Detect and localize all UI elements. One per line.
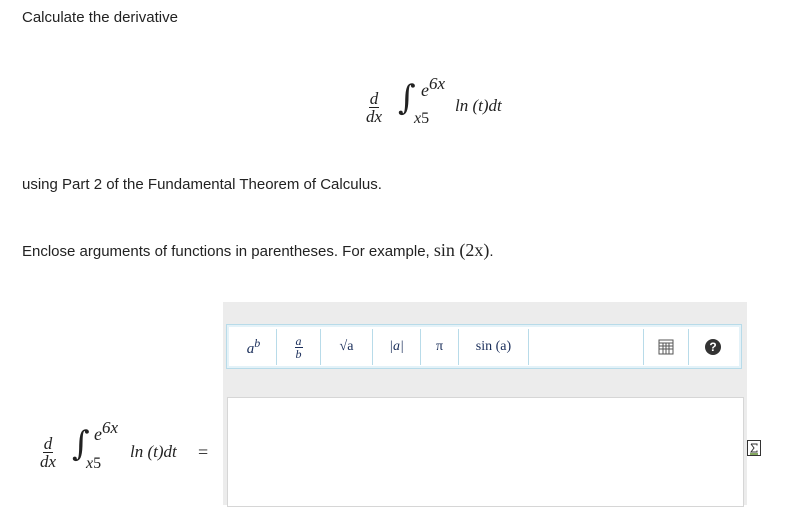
keyboard-icon xyxy=(658,339,674,355)
question-title: Calculate the derivative xyxy=(22,9,178,26)
enclose-note: Enclose arguments of functions in parent… xyxy=(22,240,494,260)
formula-icon xyxy=(747,440,761,456)
lower-limit: x5 xyxy=(414,110,430,127)
derivative-expression: d dx ∫ e6x x5 ln (t)dt xyxy=(366,72,536,132)
math-toolbar: ab a b √a |a| π sin (a) ? xyxy=(226,324,742,369)
power-button[interactable]: ab xyxy=(231,329,277,365)
upper-limit: e6x xyxy=(421,74,446,100)
absolute-value-button[interactable]: |a| xyxy=(373,329,421,365)
help-button[interactable]: ? xyxy=(689,329,737,365)
enclose-example: sin (2x) xyxy=(433,240,490,260)
help-icon: ? xyxy=(705,339,721,355)
formula-button[interactable] xyxy=(747,440,761,456)
integrand: ln (t)dt xyxy=(455,96,502,115)
answer-expression: d dx ∫ e6x x5 ln (t)dt = xyxy=(40,418,220,488)
answer-integrand: ln (t)dt xyxy=(130,442,177,461)
equals-sign: = xyxy=(198,442,209,462)
instruction-text: using Part 2 of the Fundamental Theorem … xyxy=(22,176,382,193)
d-dx-operator: d dx xyxy=(366,89,383,126)
fraction-button[interactable]: a b xyxy=(277,329,321,365)
answer-d-dx: d dx xyxy=(40,434,57,471)
answer-input[interactable] xyxy=(227,397,744,507)
sin-button[interactable]: sin (a) xyxy=(459,329,529,365)
answer-lower-limit: x5 xyxy=(86,455,102,472)
keyboard-button[interactable] xyxy=(643,329,689,365)
sqrt-button[interactable]: √a xyxy=(321,329,373,365)
pi-button[interactable]: π xyxy=(421,329,459,365)
answer-upper-limit: e6x xyxy=(94,418,119,444)
